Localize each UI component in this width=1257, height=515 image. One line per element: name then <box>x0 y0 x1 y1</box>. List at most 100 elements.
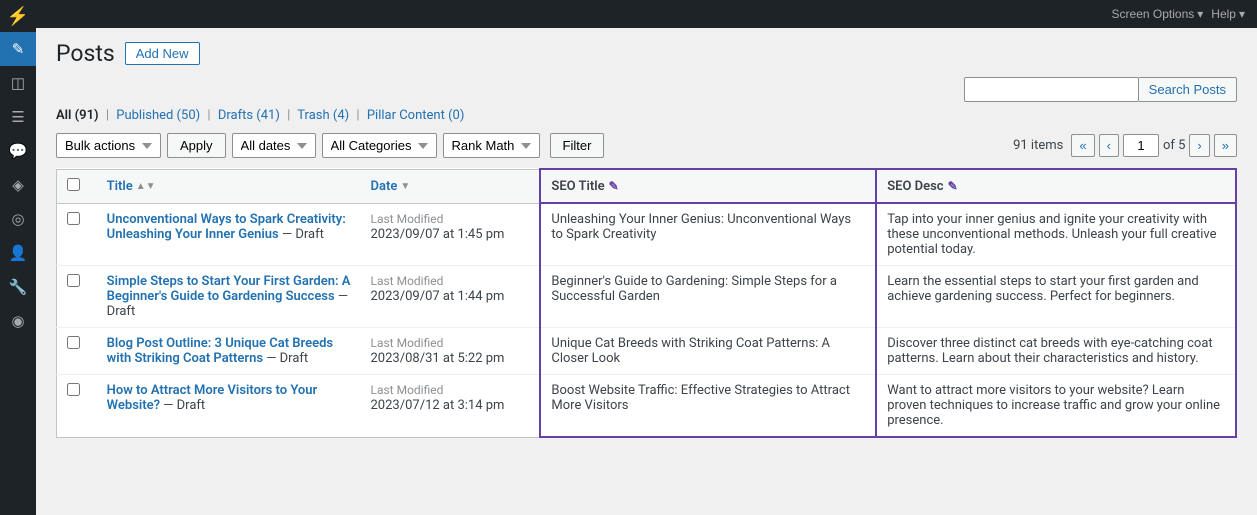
search-posts-button[interactable]: Search Posts <box>1139 77 1237 102</box>
pagination: 91 items « ‹ of 5 › » <box>1013 134 1237 157</box>
post-status: — Draft <box>266 351 308 366</box>
row-checkbox[interactable] <box>67 383 80 396</box>
row-seo-title-cell: Unleashing Your Inner Genius: Unconventi… <box>540 203 876 266</box>
prev-page-button[interactable]: ‹ <box>1099 134 1119 157</box>
sidebar-item-posts[interactable]: ✎ <box>0 32 36 66</box>
row-date-cell: Last Modified 2023/09/07 at 1:44 pm <box>361 266 541 328</box>
bulk-actions-select[interactable]: Bulk actions <box>56 133 161 158</box>
select-all-checkbox[interactable] <box>67 178 80 191</box>
sidebar-item-analytics[interactable]: ◈ <box>0 168 36 202</box>
sidebar-logo: ⚡ <box>0 0 36 32</box>
topbar: Screen Options ▾ Help ▾ <box>36 0 1257 28</box>
date-label: Last Modified <box>371 383 444 397</box>
post-status: — Draft <box>282 227 324 242</box>
post-title-link[interactable]: Simple Steps to Start Your First Garden:… <box>107 274 351 304</box>
title-sort-icon: ▲▼ <box>136 181 156 192</box>
categories-select[interactable]: All Categories <box>322 133 437 158</box>
seo-title-value: Unleashing Your Inner Genius: Unconventi… <box>551 212 851 242</box>
apply-button[interactable]: Apply <box>167 133 226 158</box>
row-checkbox[interactable] <box>67 336 80 349</box>
help-label: Help <box>1211 7 1236 21</box>
next-page-button[interactable]: › <box>1189 134 1209 157</box>
filter-button[interactable]: Filter <box>550 133 605 158</box>
seo-title-value: Unique Cat Breeds with Striking Coat Pat… <box>551 336 830 366</box>
date-label: Last Modified <box>371 212 444 226</box>
table-row: How to Attract More Visitors to Your Web… <box>57 375 1237 438</box>
sidebar-item-users[interactable]: 👤 <box>0 236 36 270</box>
row-seo-desc-cell: Discover three distinct cat breeds with … <box>876 328 1236 375</box>
screen-options-label: Screen Options <box>1112 7 1195 21</box>
table-header-row: Title ▲▼ Date ▼ SEO Title ✎ <box>57 169 1237 203</box>
page-title-row: Posts Add New <box>56 40 1237 67</box>
row-date-cell: Last Modified 2023/09/07 at 1:45 pm <box>361 203 541 266</box>
row-title-cell: Blog Post Outline: 3 Unique Cat Breeds w… <box>97 328 361 375</box>
seo-desc-edit-icon[interactable]: ✎ <box>948 179 958 193</box>
row-checkbox[interactable] <box>67 274 80 287</box>
seo-title-value: Beginner's Guide to Gardening: Simple St… <box>551 274 837 304</box>
seo-title-header-label: SEO Title <box>551 179 604 194</box>
seo-title-value: Boost Website Traffic: Effective Strateg… <box>551 383 850 413</box>
row-checkbox-cell <box>57 328 97 375</box>
sep-2: | <box>207 108 210 123</box>
row-checkbox-cell <box>57 266 97 328</box>
sidebar: ⚡ ✎ ◫ ☰ 💬 ◈ ◎ 👤 🔧 ◉ <box>0 0 36 515</box>
date-label: Last Modified <box>371 274 444 288</box>
post-title-link[interactable]: How to Attract More Visitors to Your Web… <box>107 383 318 413</box>
page-of: of 5 <box>1163 138 1185 153</box>
row-title-cell: Unconventional Ways to Spark Creativity:… <box>97 203 361 266</box>
screen-options-chevron-icon: ▾ <box>1197 7 1203 21</box>
screen-options-button[interactable]: Screen Options ▾ <box>1112 7 1204 21</box>
title-sort-link[interactable]: Title ▲▼ <box>107 179 351 194</box>
filter-pillar-content[interactable]: Pillar Content (0) <box>367 108 465 123</box>
row-date-cell: Last Modified 2023/07/12 at 3:14 pm <box>361 375 541 438</box>
page-input[interactable] <box>1123 134 1159 157</box>
filter-drafts[interactable]: Drafts (41) <box>218 108 280 123</box>
sep-3: | <box>287 108 290 123</box>
row-title-cell: Simple Steps to Start Your First Garden:… <box>97 266 361 328</box>
row-checkbox[interactable] <box>67 212 80 225</box>
seo-desc-value: Want to attract more visitors to your we… <box>887 383 1220 428</box>
th-seo-title: SEO Title ✎ <box>540 169 876 203</box>
content-area: Posts Add New Search Posts All (91) | Pu… <box>36 28 1257 458</box>
toolbar-row: Bulk actions Apply All dates All Categor… <box>56 133 1237 158</box>
row-checkbox-cell <box>57 375 97 438</box>
title-header-label: Title <box>107 179 133 194</box>
sidebar-item-media[interactable]: ◫ <box>0 66 36 100</box>
filter-published[interactable]: Published (50) <box>116 108 200 123</box>
first-page-button[interactable]: « <box>1071 134 1094 157</box>
sep-4: | <box>356 108 359 123</box>
row-seo-title-cell: Unique Cat Breeds with Striking Coat Pat… <box>540 328 876 375</box>
date-sort-link[interactable]: Date ▼ <box>371 179 530 194</box>
rank-math-select[interactable]: Rank Math <box>443 133 540 158</box>
seo-desc-value: Learn the essential steps to start your … <box>887 274 1199 304</box>
row-seo-desc-cell: Want to attract more visitors to your we… <box>876 375 1236 438</box>
search-row: Search Posts <box>56 77 1237 102</box>
help-button[interactable]: Help ▾ <box>1211 7 1245 21</box>
page-title: Posts <box>56 40 115 67</box>
th-title: Title ▲▼ <box>97 169 361 203</box>
sidebar-item-comments[interactable]: 💬 <box>0 134 36 168</box>
th-date: Date ▼ <box>361 169 541 203</box>
row-seo-desc-cell: Learn the essential steps to start your … <box>876 266 1236 328</box>
row-date-cell: Last Modified 2023/08/31 at 5:22 pm <box>361 328 541 375</box>
seo-desc-value: Tap into your inner genius and ignite yo… <box>887 212 1216 257</box>
date-sort-icon: ▼ <box>400 181 410 192</box>
sidebar-item-more[interactable]: ◉ <box>0 304 36 338</box>
last-page-button[interactable]: » <box>1214 134 1237 157</box>
row-title-cell: How to Attract More Visitors to Your Web… <box>97 375 361 438</box>
sidebar-item-tools[interactable]: 🔧 <box>0 270 36 304</box>
filter-links: All (91) | Published (50) | Drafts (41) … <box>56 108 1237 123</box>
table-row: Simple Steps to Start Your First Garden:… <box>57 266 1237 328</box>
date-value: 2023/09/07 at 1:45 pm <box>371 227 505 242</box>
seo-desc-header-label: SEO Desc <box>887 179 943 194</box>
add-new-button[interactable]: Add New <box>125 42 200 65</box>
th-checkbox <box>57 169 97 203</box>
search-input[interactable] <box>964 77 1139 102</box>
seo-title-edit-icon[interactable]: ✎ <box>609 179 619 193</box>
main-content: Screen Options ▾ Help ▾ Posts Add New Se… <box>36 0 1257 515</box>
sidebar-item-seo[interactable]: ◎ <box>0 202 36 236</box>
dates-select[interactable]: All dates <box>232 133 316 158</box>
filter-trash[interactable]: Trash (4) <box>297 108 349 123</box>
filter-all[interactable]: All (91) <box>56 108 99 123</box>
sidebar-item-pages[interactable]: ☰ <box>0 100 36 134</box>
